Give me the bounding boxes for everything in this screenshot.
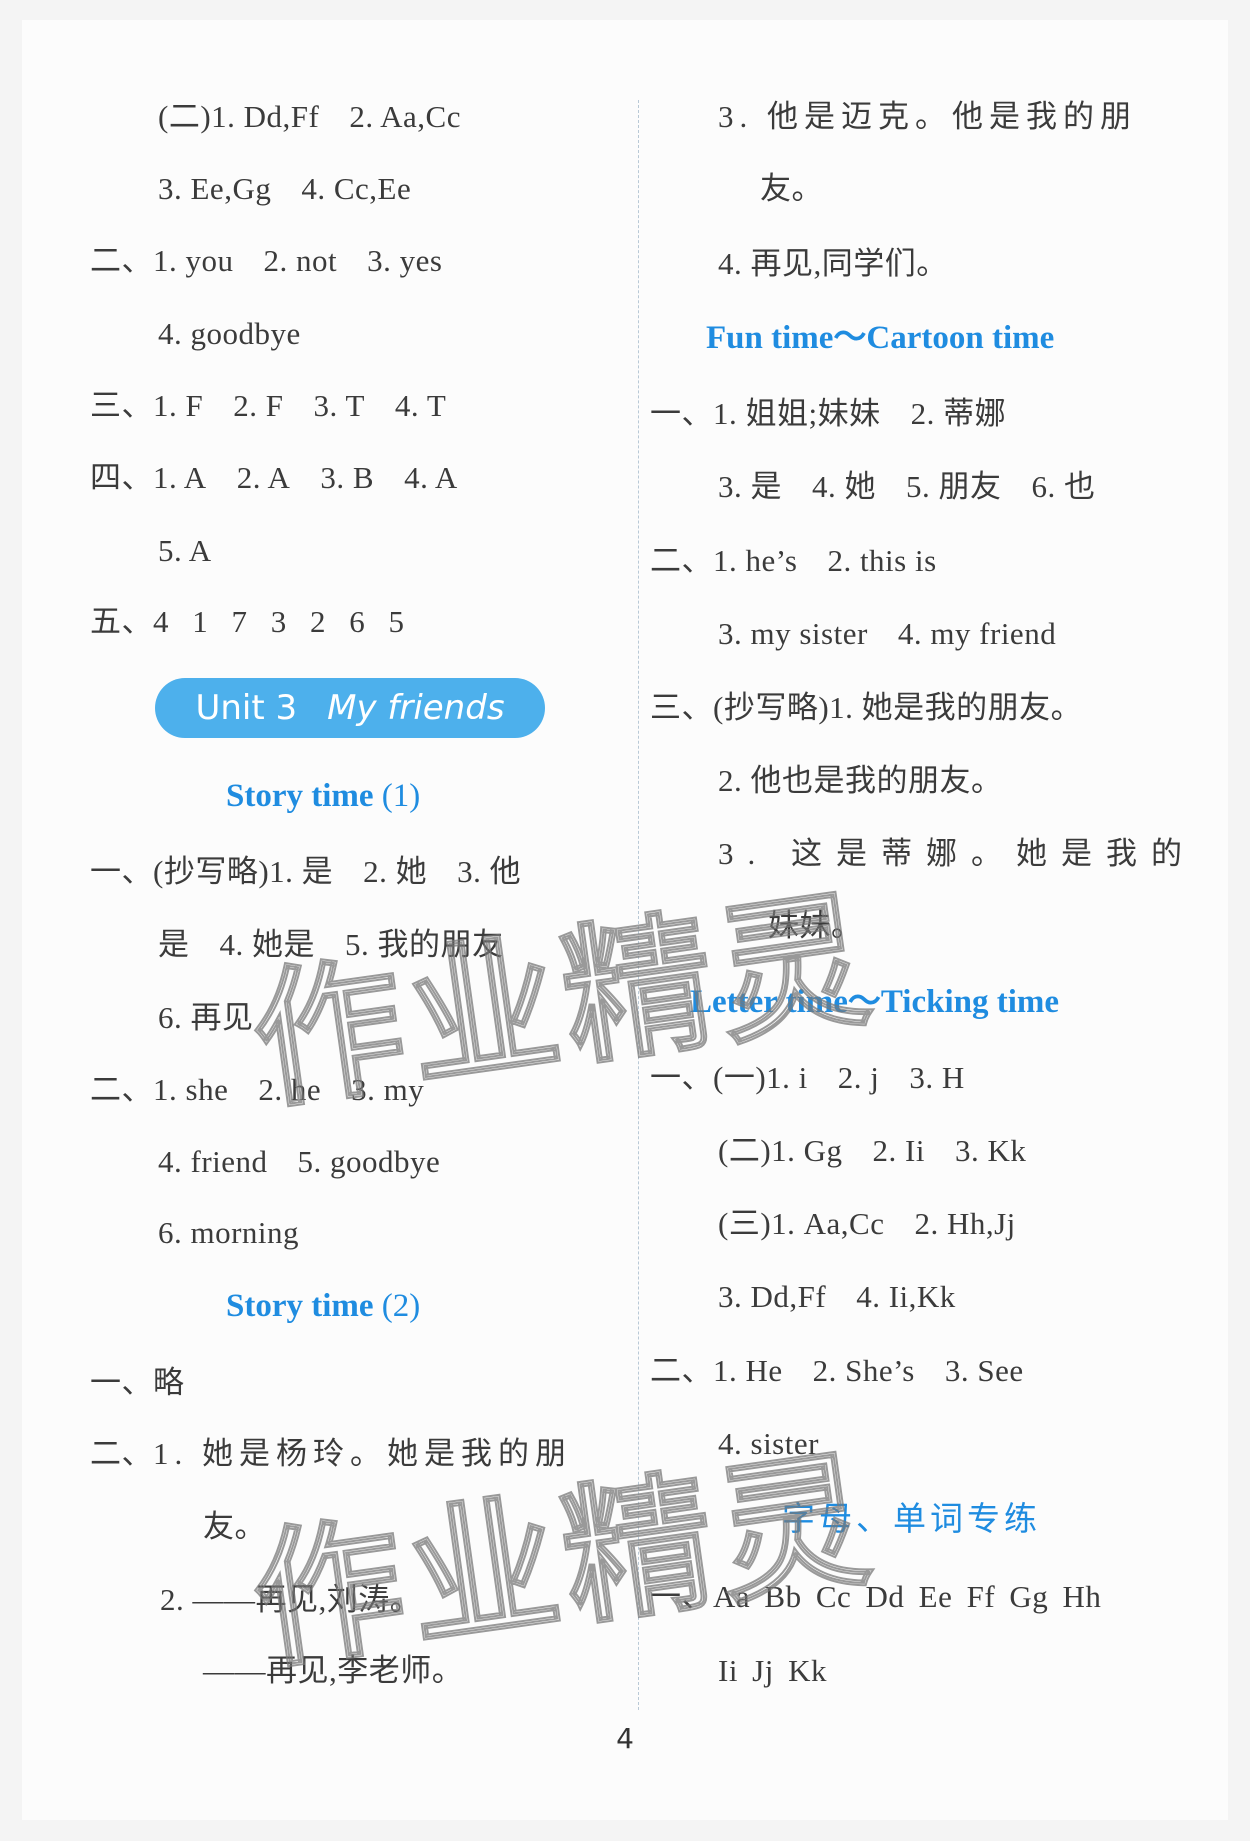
section-heading-story-time-1: Story time (1) (226, 778, 421, 814)
answer-line: 友。 (760, 171, 823, 206)
answer-line: Ii Jj Kk (718, 1653, 827, 1688)
question-label: 三、 (90, 388, 153, 423)
section-heading-letters-words: 字母、单词专练 (782, 1499, 1041, 1538)
answer-line: 二、1. 她是杨玲。她是我的朋 (90, 1436, 572, 1471)
unit-banner: Unit 3 My friends (155, 678, 545, 738)
question-label: 五、 (90, 604, 153, 639)
unit-number: Unit 3 (195, 688, 298, 728)
answer-line: 3. Dd,Ff 4. Ii,Kk (718, 1279, 956, 1314)
answer-line: 二、1. He 2. She’s 3. See (650, 1353, 1024, 1388)
column-divider (638, 100, 639, 1710)
question-label: 二、 (650, 1353, 713, 1388)
page (22, 20, 1228, 1820)
question-label: 一、 (650, 396, 713, 431)
question-label: 一、 (90, 1365, 153, 1400)
answer-line: 一、(一)1. i 2. j 3. H (650, 1060, 965, 1095)
answer-line: (三)1. Aa,Cc 2. Hh,Jj (718, 1206, 1016, 1241)
answer-line: 4. goodbye (158, 316, 301, 351)
question-label: 四、 (90, 460, 153, 495)
answer-line: 三、(抄写略)1. 她是我的朋友。 (650, 690, 1083, 725)
answer-line: 一、1. 姐姐;妹妹 2. 蒂娜 (650, 396, 1007, 431)
section-heading-story-time-2: Story time (2) (226, 1288, 421, 1324)
unit-title: My friends (327, 688, 505, 728)
answer-line: 3. my sister 4. my friend (718, 616, 1057, 651)
answer-line: 4. 再见,同学们。 (718, 246, 948, 281)
question-label: 一、 (650, 1579, 713, 1614)
answer-line: 五、4 1 7 3 2 6 5 (90, 604, 412, 639)
answer-line: 4. sister (718, 1426, 819, 1461)
answer-line: 一、(抄写略)1. 是 2. 她 3. 他 (90, 854, 522, 889)
answer-line: 3. 这是蒂娜。她是我的 (718, 836, 1196, 871)
answer-line: 3. 是 4. 她 5. 朋友 6. 也 (718, 469, 1096, 504)
answer-line: 友。 (203, 1509, 266, 1544)
answer-line: ——再见,李老师。 (203, 1653, 464, 1688)
answer-line: 3. 他是迈克。他是我的朋 (718, 99, 1137, 134)
answer-line: 妹妹。 (768, 908, 863, 943)
question-label: 三、 (650, 690, 713, 725)
answer-line: 二、1. he’s 2. this is (650, 543, 937, 578)
question-label: 二、 (90, 1436, 153, 1471)
answer-line: 二、1. she 2. he 3. my (90, 1072, 425, 1107)
answer-line: (二)1. Dd,Ff 2. Aa,Cc (158, 99, 461, 134)
question-label: 一、 (650, 1060, 713, 1095)
answer-line: 2. 他也是我的朋友。 (718, 763, 1003, 798)
question-label: 一、 (90, 854, 153, 889)
answer-line: 3. Ee,Gg 4. Cc,Ee (158, 171, 412, 206)
answer-line: 4. friend 5. goodbye (158, 1144, 441, 1179)
answer-line: 二、1. you 2. not 3. yes (90, 243, 443, 278)
answer-line: 6. morning (158, 1215, 300, 1250)
question-label: 二、 (90, 1072, 153, 1107)
section-heading-fun-time: Fun time～Cartoon time (706, 320, 1055, 356)
answer-line: 一、Aa Bb Cc Dd Ee Ff Gg Hh (650, 1579, 1102, 1614)
answer-line: 是 4. 她是 5. 我的朋友 (158, 927, 504, 962)
answer-line: 四、1. A 2. A 3. B 4. A (90, 460, 458, 495)
page-number: 4 (616, 1722, 634, 1755)
question-label: 二、 (90, 243, 153, 278)
answer-line: 一、略 (90, 1365, 185, 1400)
question-label: 二、 (650, 543, 713, 578)
answer-line: (二)1. Gg 2. Ii 3. Kk (718, 1133, 1027, 1168)
answer-line: 2. ——再见,刘涛。 (160, 1582, 422, 1617)
answer-line: 5. A (158, 533, 212, 568)
answer-line: 三、1. F 2. F 3. T 4. T (90, 388, 447, 423)
section-heading-letter-time: Letter time～Ticking time (690, 984, 1060, 1020)
answer-line: 6. 再见 (158, 1000, 254, 1035)
